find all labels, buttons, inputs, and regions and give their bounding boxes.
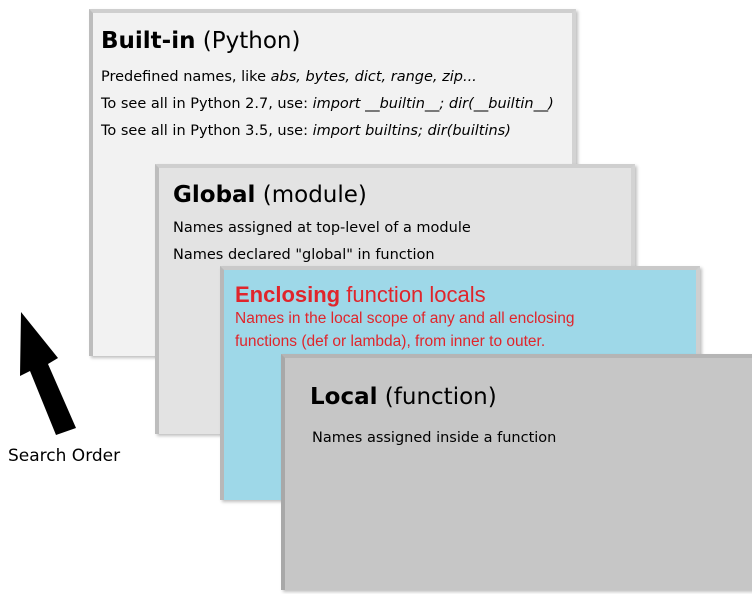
global-line-2: Names declared "global" in function (173, 247, 435, 263)
global-line-1: Names assigned at top-level of a module (173, 220, 471, 236)
builtin-line-2: To see all in Python 2.7, use: import __… (101, 96, 554, 112)
local-scope-title: Local (function) (310, 384, 497, 410)
builtin-line-1-text: Predefined names, like (101, 69, 271, 85)
builtin-title-rest: (Python) (195, 28, 301, 54)
builtin-line-1: Predefined names, like abs, bytes, dict,… (101, 69, 477, 85)
local-line-1: Names assigned inside a function (312, 430, 557, 446)
global-scope-title: Global (module) (173, 182, 367, 208)
search-order-label: Search Order (8, 446, 121, 466)
enclosing-scope-title: Enclosing function locals (235, 282, 486, 308)
builtin-line-3-code: import builtins; dir(builtins) (312, 123, 511, 139)
local-scope-card: Local (function) Names assigned inside a… (281, 354, 752, 590)
enclosing-line-2: functions (def or lambda), from inner to… (235, 333, 546, 350)
builtin-line-3-text: To see all in Python 3.5, use: (101, 123, 313, 139)
builtin-line-3: To see all in Python 3.5, use: import bu… (101, 123, 511, 139)
global-title-rest: (module) (255, 182, 367, 208)
enclosing-title-bold: Enclosing (235, 282, 341, 307)
local-title-bold: Local (310, 384, 378, 410)
builtin-line-1-code: abs, bytes, dict, range, zip... (270, 69, 477, 85)
local-title-rest: (function) (377, 384, 497, 410)
builtin-scope-title: Built-in (Python) (101, 28, 300, 54)
builtin-title-bold: Built-in (101, 28, 196, 54)
builtin-line-2-text: To see all in Python 2.7, use: (101, 96, 313, 112)
global-title-bold: Global (173, 182, 256, 208)
enclosing-title-rest: function locals (340, 282, 486, 307)
builtin-line-2-code: import __builtin__; dir(__builtin__) (312, 96, 554, 112)
search-order-arrow-icon (20, 312, 76, 435)
enclosing-line-1: Names in the local scope of any and all … (235, 310, 575, 327)
